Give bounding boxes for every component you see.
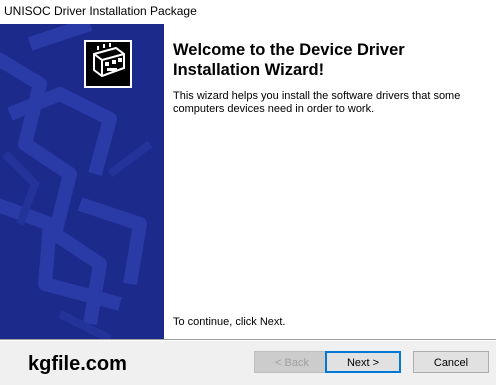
wizard-content: Welcome to the Device Driver Installatio… (0, 24, 496, 339)
next-button[interactable]: Next > (325, 351, 401, 373)
banner-pattern (0, 24, 153, 339)
cancel-button[interactable]: Cancel (413, 351, 489, 373)
wizard-side-banner (0, 24, 164, 339)
watermark-text: kgfile.com (28, 353, 127, 375)
title-bar: UNISOC Driver Installation Package (0, 0, 496, 24)
back-button[interactable]: < Back (254, 351, 330, 373)
wizard-heading: Welcome to the Device Driver Installatio… (173, 41, 405, 79)
wizard-footer: kgfile.com < Back Next > Cancel (0, 341, 496, 385)
continue-instruction: To continue, click Next. (173, 316, 286, 328)
hardware-card-icon (84, 40, 132, 88)
wizard-description: This wizard helps you install the softwa… (173, 90, 461, 115)
window-title: UNISOC Driver Installation Package (4, 4, 197, 18)
